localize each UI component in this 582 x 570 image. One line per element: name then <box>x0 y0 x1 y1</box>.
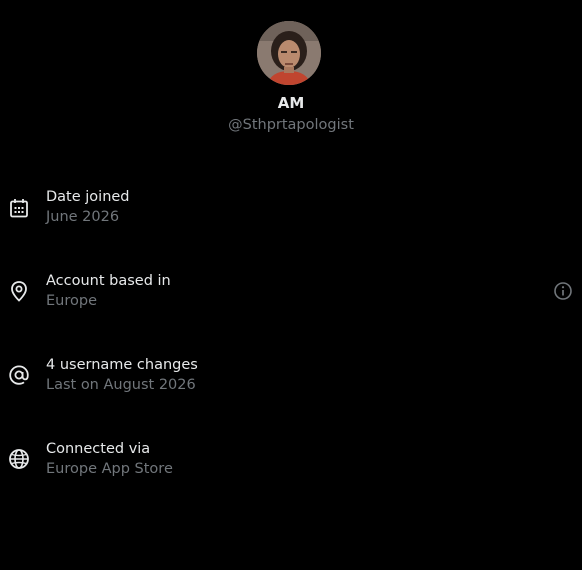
username-handle: @Sthprtapologist <box>228 117 354 133</box>
row-title: Account based in <box>46 273 171 289</box>
info-icon[interactable] <box>552 280 574 302</box>
calendar-icon <box>8 197 30 219</box>
avatar[interactable] <box>257 21 321 85</box>
location-pin-icon <box>8 280 30 302</box>
info-row-account-based-in: Account based in Europe <box>0 273 582 321</box>
row-subtitle: Europe <box>46 293 97 309</box>
row-title: 4 username changes <box>46 357 198 373</box>
display-name: AM <box>277 94 305 112</box>
at-sign-icon <box>8 364 30 386</box>
row-subtitle: June 2026 <box>46 209 120 225</box>
info-row-username-changes: 4 username changes Last on August 2026 <box>0 357 582 405</box>
row-title: Date joined <box>46 189 130 205</box>
row-subtitle: Last on August 2026 <box>46 377 196 393</box>
row-title: Connected via <box>46 441 151 457</box>
globe-icon <box>8 448 30 470</box>
row-subtitle: Europe App Store <box>46 461 173 477</box>
avatar-photo <box>257 21 321 85</box>
info-row-connected-via: Connected via Europe App Store <box>0 441 582 489</box>
info-row-date-joined: Date joined June 2026 <box>0 189 582 237</box>
